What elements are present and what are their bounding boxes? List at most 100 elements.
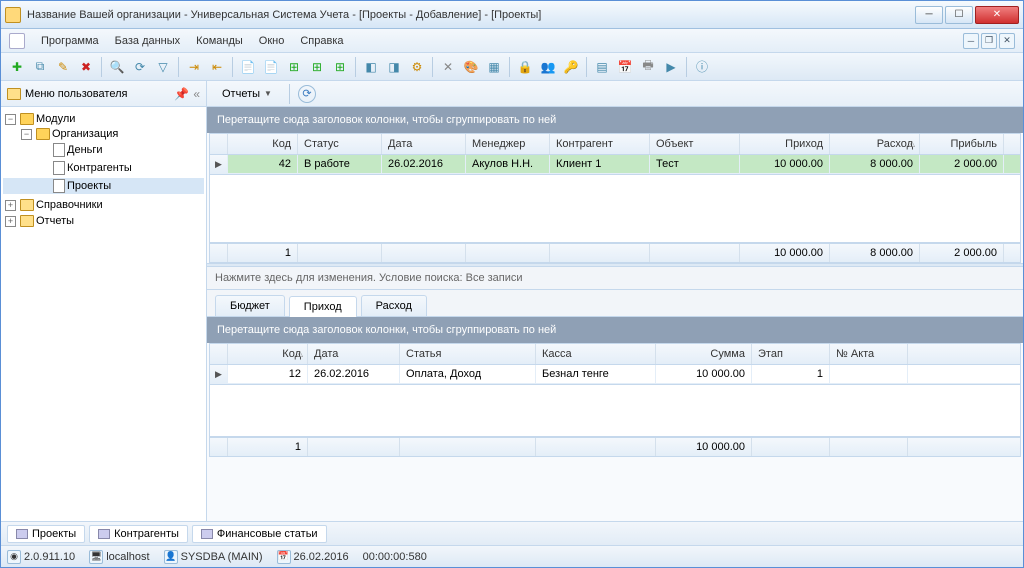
excel1-icon[interactable]: ⊞ [284,57,304,77]
detail-tabs: Бюджет Приход Расход [207,290,1023,317]
users-icon[interactable]: 👥 [538,57,558,77]
col-contragent[interactable]: Контрагент [550,134,650,154]
tree-node-projects[interactable]: Проекты [3,178,204,194]
close-button[interactable]: ✕ [975,6,1019,24]
statusbar: ◉2.0.911.10 🖥localhost 👤SYSDBA (MAIN) 📅2… [1,545,1023,567]
minimize-button[interactable]: ─ [915,6,943,24]
tool1-icon[interactable]: ◧ [361,57,381,77]
mdi-minimize-button[interactable]: ─ [963,33,979,49]
bcol-code[interactable]: Код△ [228,344,308,364]
menu-database[interactable]: База данных [109,32,187,50]
play-icon[interactable]: ▶ [661,57,681,77]
col-code[interactable]: Код [228,134,298,154]
reports-dropdown[interactable]: Отчеты ▼ [213,84,281,104]
export-icon[interactable]: ⇥ [184,57,204,77]
tree-node-money[interactable]: Деньги [3,142,204,158]
delete-icon[interactable]: ✖ [76,57,96,77]
top-grid-row[interactable]: ▶ 42 В работе 26.02.2016 Акулов Н.Н. Кли… [210,155,1020,174]
bcol-article[interactable]: Статья [400,344,536,364]
status-version: 2.0.911.10 [24,551,75,563]
titlebar: Название Вашей организации - Универсальн… [1,1,1023,29]
user-icon: 👤 [164,550,178,564]
menu-help[interactable]: Справка [294,32,349,50]
top-grid-group-panel[interactable]: Перетащите сюда заголовок колонки, чтобы… [207,107,1023,133]
reports-label: Отчеты [222,88,260,100]
status-user: SYSDBA (MAIN) [181,551,263,563]
host-icon: 🖥 [89,550,103,564]
row-indicator-icon: ▶ [210,155,228,173]
bcol-act[interactable]: № Акта [830,344,908,364]
doc1-icon[interactable]: 📄 [238,57,258,77]
lock-icon[interactable]: 🔒 [515,57,535,77]
tree-node-modules[interactable]: − Модули [3,112,204,126]
user-menu-label: Меню пользователя [25,88,127,100]
tree-node-references[interactable]: + Справочники [3,198,204,212]
filter-bar[interactable]: Нажмите здесь для изменения. Условие пои… [207,267,1023,290]
bottom-grid-summary: 1 10 000.00 [209,437,1021,457]
doc2-icon[interactable]: 📄 [261,57,281,77]
col-object[interactable]: Объект [650,134,740,154]
bottom-tab-contragents[interactable]: Контрагенты [89,525,188,543]
bcol-date[interactable]: Дата [308,344,400,364]
calendar-icon[interactable]: 📅 [615,57,635,77]
palette-icon[interactable]: 🎨 [461,57,481,77]
tool2-icon[interactable]: ◨ [384,57,404,77]
tree-node-contragents[interactable]: Контрагенты [3,160,204,176]
bottom-grid-row[interactable]: ▶ 12 26.02.2016 Оплата, Доход Безнал тен… [210,365,1020,384]
wrench-icon[interactable]: ✕ [438,57,458,77]
top-grid-empty-area [209,175,1021,243]
tree-node-organization[interactable]: − Организация [3,127,204,141]
bottom-tab-projects[interactable]: Проекты [7,525,85,543]
col-manager[interactable]: Менеджер [466,134,550,154]
excel2-icon[interactable]: ⊞ [307,57,327,77]
bottom-grid-group-panel[interactable]: Перетащите сюда заголовок колонки, чтобы… [207,317,1023,343]
info-icon[interactable]: ⓘ [692,57,712,77]
app-icon [5,7,21,23]
window-title: Название Вашей организации - Универсальн… [27,9,915,21]
tab-expense[interactable]: Расход [361,295,427,316]
folder-icon [7,88,21,100]
pin-icon[interactable]: 📌 [174,87,189,101]
tool3-icon[interactable]: ⚙ [407,57,427,77]
row-indicator-icon: ▶ [210,365,228,383]
refresh-icon[interactable]: ⟳ [130,57,150,77]
date-icon: 📅 [277,550,291,564]
collapse-icon[interactable]: « [193,87,200,101]
import-icon[interactable]: ⇤ [207,57,227,77]
copy-icon[interactable]: ⧉ [30,57,50,77]
filter-icon[interactable]: ▽ [153,57,173,77]
maximize-button[interactable]: ☐ [945,6,973,24]
add-icon[interactable]: ✚ [7,57,27,77]
menu-commands[interactable]: Команды [190,32,249,50]
subbar: Меню пользователя 📌 « Отчеты ▼ ⟳ [1,81,1023,107]
edit-icon[interactable]: ✎ [53,57,73,77]
col-status[interactable]: Статус [298,134,382,154]
bcol-kassa[interactable]: Касса [536,344,656,364]
key-icon[interactable]: 🔑 [561,57,581,77]
col-date[interactable]: Дата [382,134,466,154]
tab-income[interactable]: Приход [289,296,357,317]
content: Перетащите сюда заголовок колонки, чтобы… [207,107,1023,521]
col-profit[interactable]: Прибыль [920,134,1004,154]
tab-budget[interactable]: Бюджет [215,295,285,316]
tree-node-reports[interactable]: + Отчеты [3,214,204,228]
excel3-icon[interactable]: ⊞ [330,57,350,77]
grid-icon[interactable]: ▤ [592,57,612,77]
menu-window[interactable]: Окно [253,32,291,50]
bcol-stage[interactable]: Этап [752,344,830,364]
search-icon[interactable]: 🔍 [107,57,127,77]
top-grid-header: Код Статус Дата Менеджер Контрагент Объе… [210,134,1020,155]
bottom-tabs: Проекты Контрагенты Финансовые статьи [1,521,1023,545]
bcol-sum[interactable]: Сумма [656,344,752,364]
mdi-close-button[interactable]: ✕ [999,33,1015,49]
col-expense[interactable]: Расход△ [830,134,920,154]
sync-icon[interactable]: ⟳ [298,85,316,103]
status-timer: 00:00:00:580 [363,551,427,563]
print-icon[interactable]: 🖶 [638,57,658,77]
status-date: 26.02.2016 [294,551,349,563]
mdi-restore-button[interactable]: ❐ [981,33,997,49]
layout-icon[interactable]: ▦ [484,57,504,77]
menu-program[interactable]: Программа [35,32,105,50]
bottom-tab-finance[interactable]: Финансовые статьи [192,525,327,543]
col-income[interactable]: Приход [740,134,830,154]
